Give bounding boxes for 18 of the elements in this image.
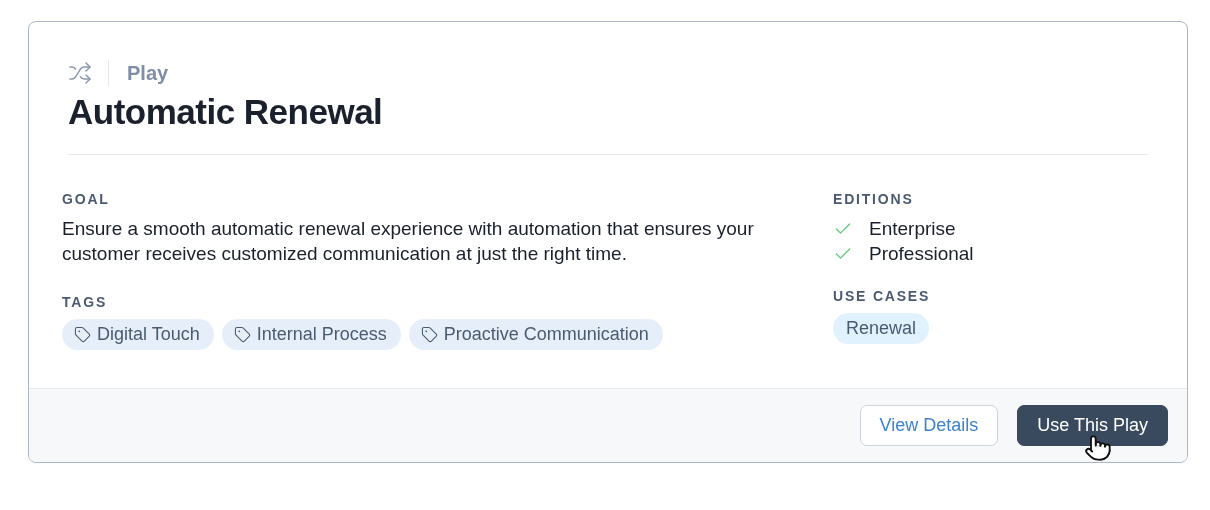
tag-chip: Internal Process	[221, 319, 401, 350]
tags-label: TAGS	[62, 294, 109, 310]
edition-name: Professional	[869, 242, 974, 265]
editions-label: EDITIONS	[833, 191, 915, 207]
tag-icon	[233, 326, 251, 343]
shuffle-icon	[68, 61, 92, 85]
play-label: Play	[127, 61, 169, 85]
edition-name: Enterprise	[869, 217, 956, 240]
use-case-chip: Renewal	[833, 313, 930, 344]
view-details-button[interactable]: View Details	[859, 405, 999, 446]
tag-chip: Proactive Communication	[408, 319, 663, 350]
tag-icon	[74, 326, 91, 343]
use-cases-label: USE CASES	[833, 288, 932, 304]
goal-text: Ensure a smooth automatic renewal experience with automation that ensures your customer receives customized communication at just the right time.	[62, 217, 755, 266]
tag-icon	[420, 326, 438, 343]
play-title: Automatic Renewal	[68, 92, 384, 132]
tag-chip: Digital Touch	[62, 319, 214, 350]
goal-label: GOAL	[62, 191, 111, 207]
